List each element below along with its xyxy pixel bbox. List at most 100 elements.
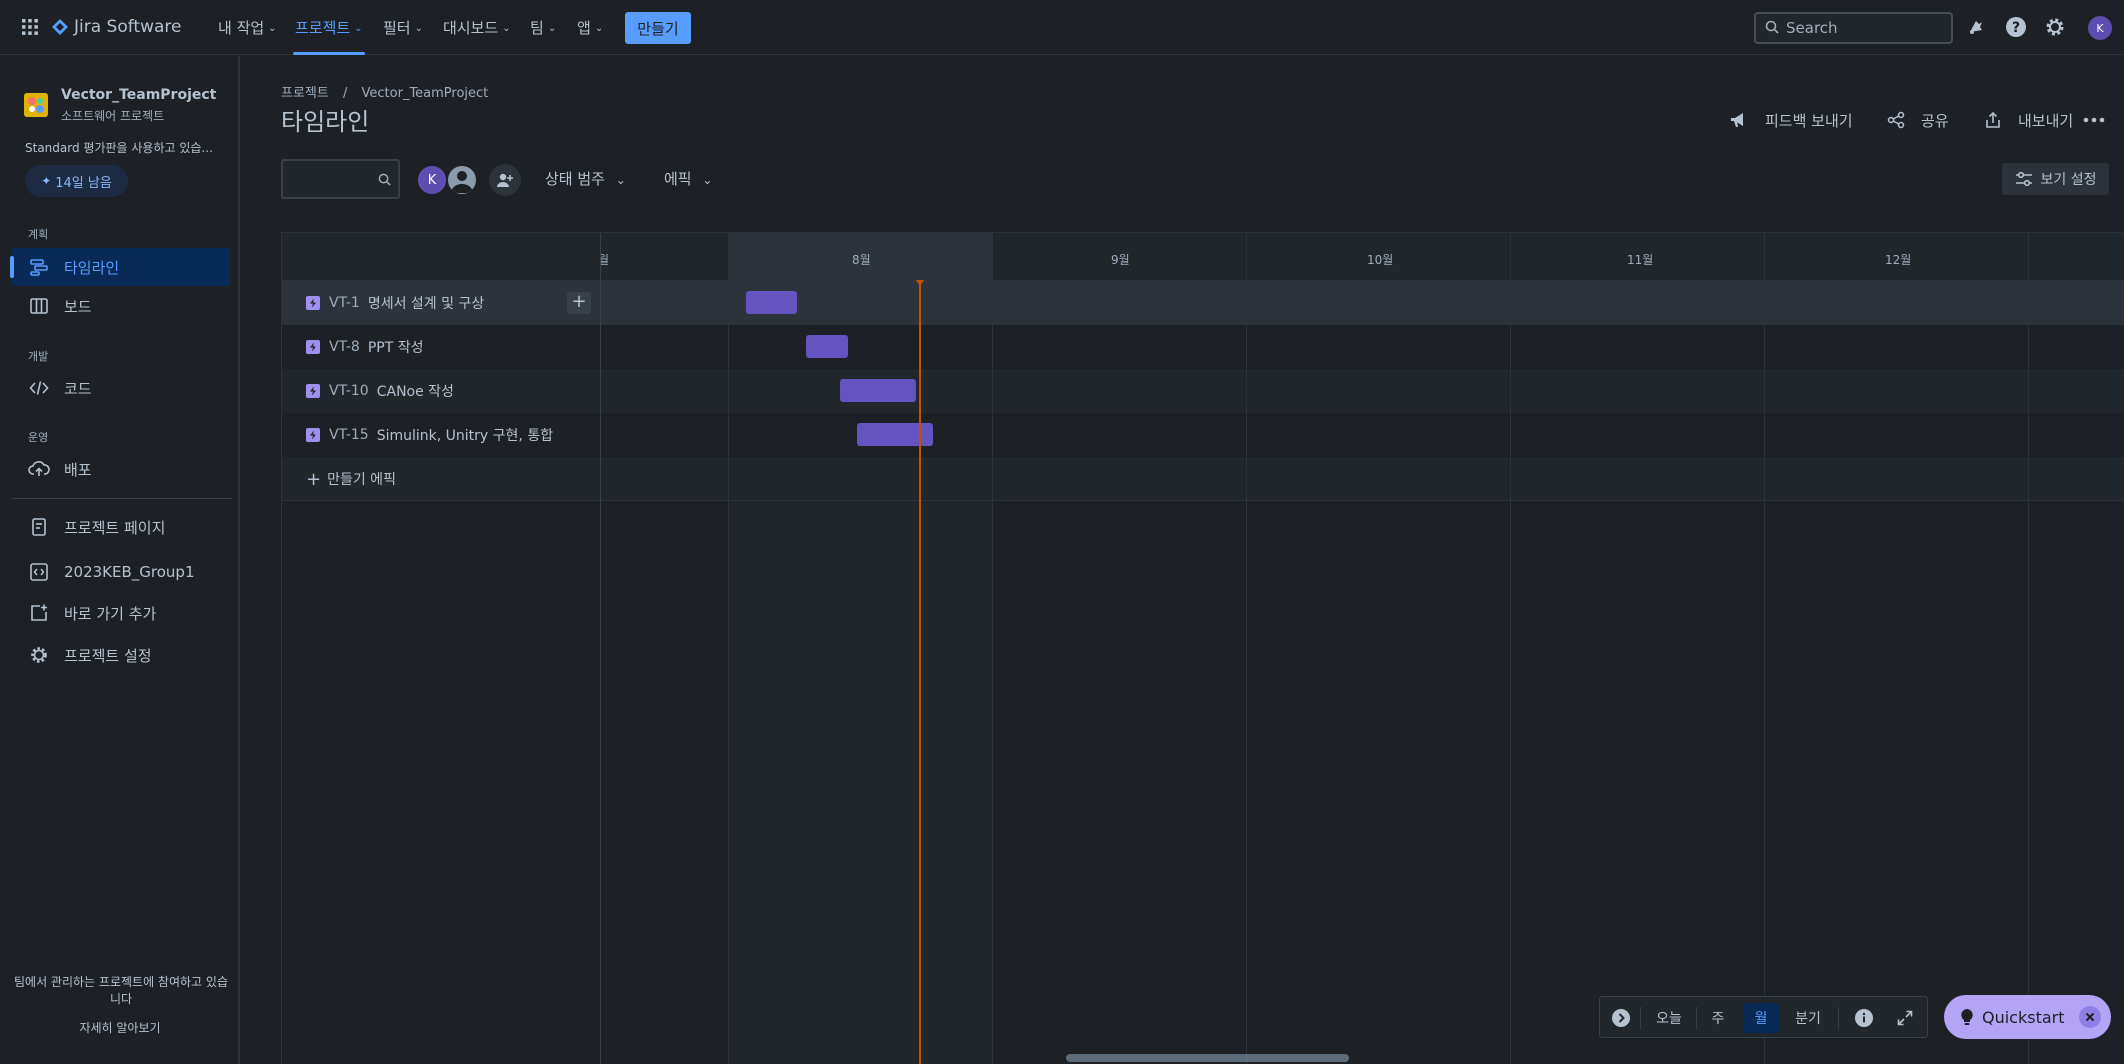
nav-teams-label: 팀: [530, 19, 544, 37]
epic-bar-vt-1[interactable]: [746, 291, 797, 314]
nav-my-work[interactable]: 내 작업 ⌄: [218, 17, 277, 38]
view-settings-button[interactable]: 보기 설정: [2002, 163, 2109, 195]
nav-filters[interactable]: 필터 ⌄: [383, 17, 423, 38]
epic-bar-vt-15[interactable]: [857, 423, 933, 446]
sidebar-item-add-shortcut[interactable]: 바로 가기 추가: [12, 594, 230, 632]
timeline-header: [282, 233, 2124, 281]
share-button[interactable]: 공유: [1887, 108, 1949, 132]
learn-more-link[interactable]: 자세히 알아보기: [0, 1019, 240, 1036]
trial-text: Standard 평가판을 사용하고 있습...: [25, 141, 213, 155]
epic-row-label[interactable]: VT-8 PPT 작성: [306, 325, 423, 369]
info-icon: [1854, 1008, 1874, 1028]
status-category-label: 상태 범주: [545, 170, 605, 188]
svg-text:?: ?: [2012, 20, 2020, 36]
zoom-quarter-button[interactable]: 분기: [1787, 1006, 1829, 1030]
chevron-down-icon: ⌄: [354, 23, 363, 34]
create-epic-label: 만들기 에픽: [327, 472, 396, 488]
timeline-search-input[interactable]: [281, 159, 400, 199]
info-button[interactable]: [1852, 1006, 1876, 1030]
collapse-button[interactable]: [1609, 1006, 1633, 1030]
epic-row-label[interactable]: VT-1 명세서 설계 및 구상: [306, 281, 484, 325]
nav-dashboards[interactable]: 대시보드 ⌄: [443, 17, 511, 38]
settings-icon[interactable]: [2043, 15, 2067, 39]
help-icon[interactable]: ?: [2004, 15, 2028, 39]
more-actions-button[interactable]: [2083, 108, 2113, 132]
create-button[interactable]: 만들기: [625, 12, 691, 44]
table-row[interactable]: VT-8 PPT 작성: [282, 325, 2124, 369]
add-child-button[interactable]: +: [567, 292, 591, 314]
breadcrumb-separator: /: [342, 86, 348, 101]
nav-projects[interactable]: 프로젝트 ⌄: [295, 17, 363, 38]
epic-bar-vt-8[interactable]: [806, 335, 848, 358]
search-input[interactable]: Search: [1754, 12, 1953, 44]
search-placeholder: Search: [1786, 19, 1838, 37]
feedback-button[interactable]: 피드백 보내기: [1729, 108, 1853, 132]
epic-icon: [306, 296, 320, 310]
sidebar-item-label: 프로젝트 페이지: [64, 518, 166, 537]
epic-title: PPT 작성: [367, 340, 424, 356]
lightbulb-icon: [1960, 1008, 1974, 1026]
chevron-down-icon: ⌄: [702, 173, 713, 187]
unassigned-avatar[interactable]: [446, 164, 478, 196]
notifications-icon[interactable]: [1964, 15, 1988, 39]
breadcrumb-projects[interactable]: 프로젝트: [281, 86, 329, 101]
add-people-button[interactable]: [489, 164, 521, 196]
sidebar-item-code[interactable]: 코드: [12, 369, 230, 407]
create-epic-button[interactable]: + 만들기 에픽: [306, 457, 396, 501]
page-title: 타임라인: [281, 108, 370, 136]
fullscreen-button[interactable]: [1893, 1006, 1917, 1030]
epic-key: VT-8: [329, 339, 360, 355]
chevron-down-icon: ⌄: [268, 23, 277, 34]
month-label: 8월: [852, 253, 871, 267]
sidebar-item-project-settings[interactable]: 프로젝트 설정: [12, 636, 230, 674]
sidebar-item-label: 2023KEB_Group1: [64, 563, 195, 581]
nav-apps[interactable]: 앱 ⌄: [577, 17, 603, 38]
table-row[interactable]: VT-15 Simulink, Unitry 구현, 통합: [282, 413, 2124, 457]
zoom-divider: [1838, 1007, 1839, 1029]
epic-dropdown[interactable]: 에픽 ⌄: [664, 168, 712, 189]
zoom-month-button[interactable]: 월: [1743, 1003, 1779, 1033]
chevron-down-icon: ⌄: [547, 23, 557, 34]
trial-days-button[interactable]: ✦ 14일 남음: [25, 165, 128, 197]
export-icon: [1984, 111, 2010, 129]
status-category-dropdown[interactable]: 상태 범주 ⌄: [545, 168, 626, 189]
epic-row-label[interactable]: VT-15 Simulink, Unitry 구현, 통합: [306, 413, 553, 457]
sidebar-item-project-pages[interactable]: 프로젝트 페이지: [12, 508, 230, 546]
table-row[interactable]: VT-10 CANoe 작성: [282, 369, 2124, 413]
epic-row-label[interactable]: VT-10 CANoe 작성: [306, 369, 454, 413]
month-divider: [1246, 233, 1247, 1064]
close-icon: [2085, 1012, 2095, 1022]
product-name: Jira Software: [74, 17, 182, 37]
zoom-week-button[interactable]: 주: [1704, 1006, 1732, 1030]
create-epic-row[interactable]: + 만들기 에픽: [282, 457, 2124, 501]
settings-icon: [28, 644, 50, 666]
section-plan: 계획: [28, 228, 49, 241]
epic-bar-vt-10[interactable]: [840, 379, 916, 402]
sidebar-item-repository[interactable]: 2023KEB_Group1: [12, 553, 230, 591]
assignee-avatar[interactable]: K: [416, 164, 448, 196]
app-switcher-icon[interactable]: [20, 17, 40, 37]
close-quickstart-button[interactable]: [2079, 1006, 2101, 1028]
nav-my-work-label: 내 작업: [218, 19, 265, 37]
add-person-icon: [496, 172, 514, 188]
today-button[interactable]: 오늘: [1648, 1006, 1690, 1030]
section-ops: 운영: [28, 431, 49, 444]
breadcrumb-project[interactable]: Vector_TeamProject: [362, 86, 489, 101]
sidebar-item-board[interactable]: 보드: [12, 287, 230, 325]
sidebar-item-deploy[interactable]: 배포: [12, 450, 230, 488]
sidebar-item-timeline[interactable]: 타임라인: [10, 248, 230, 286]
export-button[interactable]: 내보내기: [1984, 108, 2073, 132]
chevron-down-icon: ⌄: [594, 23, 604, 34]
sidebar-item-label: 프로젝트 설정: [64, 646, 152, 665]
month-label: 9월: [1111, 253, 1130, 267]
nav-dashboards-label: 대시보드: [443, 19, 499, 37]
chevron-down-icon: ⌄: [615, 173, 626, 187]
quickstart-button[interactable]: Quickstart: [1944, 995, 2111, 1039]
table-row[interactable]: VT-1 명세서 설계 및 구상 +: [282, 281, 2124, 325]
profile-avatar[interactable]: K: [2088, 16, 2112, 40]
timeline-grid: VT-1 명세서 설계 및 구상 + VT-8 PPT 작성 VT-10 CAN…: [281, 232, 2124, 1064]
nav-teams[interactable]: 팀 ⌄: [530, 17, 556, 38]
timeline-scrollbar[interactable]: [1066, 1054, 1349, 1062]
project-name[interactable]: Vector_TeamProject: [61, 87, 216, 103]
jira-logo[interactable]: Jira Software: [52, 15, 182, 39]
